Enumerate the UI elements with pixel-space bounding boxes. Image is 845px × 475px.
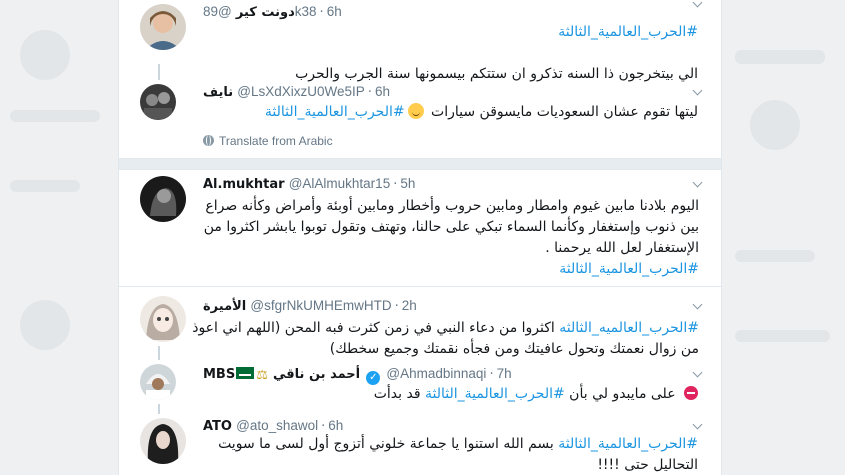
blurred-text — [10, 110, 100, 122]
stop-sign-icon — [684, 386, 698, 400]
thread-line — [158, 346, 160, 360]
tweet-time[interactable]: 2h — [402, 298, 417, 313]
translate-label: Translate from Arabic — [219, 134, 333, 148]
hashtag-link[interactable]: #الحرب_العالمية_الثالثة — [559, 261, 699, 277]
display-name[interactable]: ATO — [203, 419, 232, 434]
tweet-text: #الحرب_العالمية_الثالثة بسم الله استنوا … — [203, 434, 698, 475]
user-handle[interactable]: @sfgrNkUMHEmwHTD — [250, 298, 391, 313]
tweet-time[interactable]: 6h — [375, 84, 390, 99]
tweet-text: #الحرب_العالميه_الثالثه اكثروا من دعاء ا… — [192, 318, 699, 360]
hashtag-link[interactable]: #الحرب_العالمية_الثالثة — [265, 104, 405, 120]
tweet-text: ليتها تقوم عشان السعوديات مايسوقن سيارات… — [203, 102, 698, 123]
chevron-down-icon[interactable] — [691, 178, 703, 190]
tweet-header: دونت كير @89k38 · 6h — [203, 4, 342, 20]
tweet-header: ATO @ato_shawol · 6h — [203, 418, 344, 434]
chevron-down-icon[interactable] — [691, 300, 703, 312]
blurred-text — [735, 330, 830, 342]
scales-icon: ⚖ — [256, 368, 268, 383]
tweet-text: على مايبدو لي بأن #الحرب_العالمية_الثالث… — [203, 384, 698, 405]
hashtag-link[interactable]: #الحرب_العالمية_الثالثة — [558, 24, 698, 40]
chevron-down-icon[interactable] — [691, 368, 703, 380]
blurred-text — [735, 250, 815, 262]
user-handle[interactable]: @ato_shawol — [236, 418, 318, 433]
separator — [119, 286, 721, 287]
tweet-text-segment: بسم الله استنوا يا جماعة خلوني أتزوج أول… — [218, 436, 559, 452]
thread-line — [158, 404, 160, 414]
tweet-header: MBS ⚖ أحمد بن ناقي ✓ @Ahmadbinnaqi · 7h — [203, 364, 713, 385]
user-handle[interactable]: @LsXdXixzU0We5IP — [237, 84, 365, 99]
display-name[interactable]: نايف — [203, 85, 233, 100]
avatar[interactable] — [140, 176, 186, 222]
tweet-text-line: من زوال نعمتك وتحول عافيتك ومن فجأه نقمت… — [329, 341, 699, 357]
display-name-arabic[interactable]: أحمد بن ناقي — [273, 367, 360, 382]
avatar[interactable] — [140, 4, 186, 50]
hashtag-link[interactable]: #الحرب_العالمية_الثالثة — [425, 386, 565, 402]
user-handle[interactable]: @AlAlmukhtar15 — [289, 176, 391, 191]
blurred-text — [10, 180, 80, 192]
saudi-flag-icon — [236, 367, 255, 379]
thread-divider — [119, 158, 721, 170]
avatar[interactable] — [140, 296, 186, 342]
display-name[interactable]: Al.mukhtar — [203, 177, 285, 192]
blurred-avatar — [20, 30, 70, 80]
chevron-down-icon[interactable] — [691, 420, 703, 432]
blurred-text — [735, 50, 825, 64]
verified-icon: ✓ — [366, 371, 381, 385]
tweet-header: الأميرة @sfgrNkUMHEmwHTD · 2h — [203, 298, 417, 314]
tweet-text-segment: على مايبدو لي بأن — [564, 386, 680, 402]
tweet-header: Al.mukhtar @AlAlmukhtar15 · 5h — [203, 176, 416, 192]
tweet-time[interactable]: 6h — [327, 4, 342, 19]
tweet-text-line: بين ذنوب وإستغفار وكأنما السماء تبكي على… — [203, 219, 699, 235]
avatar[interactable] — [140, 418, 186, 464]
tweet-text-line: اليوم بلادنا مابين غيوم وامطار ومابين حر… — [205, 198, 699, 214]
blurred-avatar — [20, 300, 70, 350]
user-handle[interactable]: @Ahmadbinnaqi — [386, 366, 486, 381]
tweet-text: اليوم بلادنا مابين غيوم وامطار ومابين حر… — [197, 196, 699, 280]
tweet-time[interactable]: 6h — [328, 418, 343, 433]
display-name[interactable]: دونت كير — [236, 5, 295, 20]
chevron-down-icon[interactable] — [691, 86, 703, 98]
avatar[interactable] — [140, 84, 176, 120]
tweet-time[interactable]: 7h — [497, 366, 512, 381]
blurred-avatar — [750, 100, 800, 150]
tweet-header: نايف @LsXdXixzU0We5IP · 6h — [203, 84, 390, 100]
tweet-text-segment: ليتها تقوم عشان السعوديات مايسوقن سيارات — [426, 104, 698, 120]
translate-link[interactable]: Translate from Arabic — [203, 134, 333, 148]
left-background — [0, 0, 118, 475]
tweet-text-line: الإستغفار لعل الله يرحمنا . — [545, 240, 699, 256]
hugging-face-emoji — [407, 103, 424, 119]
tweet-text: #الحرب_العالمية_الثالثة الي بيتخرجون ذا … — [203, 22, 698, 85]
display-name[interactable]: MBS — [203, 367, 235, 382]
tweet-text-segment: اكثروا من دعاء النبي في زمن كثرت فبه الم… — [192, 320, 560, 336]
hashtag-link[interactable]: #الحرب_العالميه_الثالثه — [559, 320, 699, 336]
tweet-text-segment: قد بدأت — [373, 386, 425, 402]
thread-line — [158, 64, 160, 80]
avatar[interactable] — [140, 364, 176, 400]
hashtag-link[interactable]: #الحرب_العالمية_الثالثة — [558, 436, 698, 452]
right-background — [720, 0, 845, 475]
display-name[interactable]: الأميرة — [203, 299, 246, 314]
tweet-timeline: دونت كير @89k38 · 6h #الحرب_العالمية_الثال… — [118, 0, 722, 475]
tweet-time[interactable]: 5h — [400, 176, 415, 191]
globe-icon — [203, 135, 214, 146]
tweet-text-line: التحاليل حتى !!!! — [597, 457, 698, 473]
